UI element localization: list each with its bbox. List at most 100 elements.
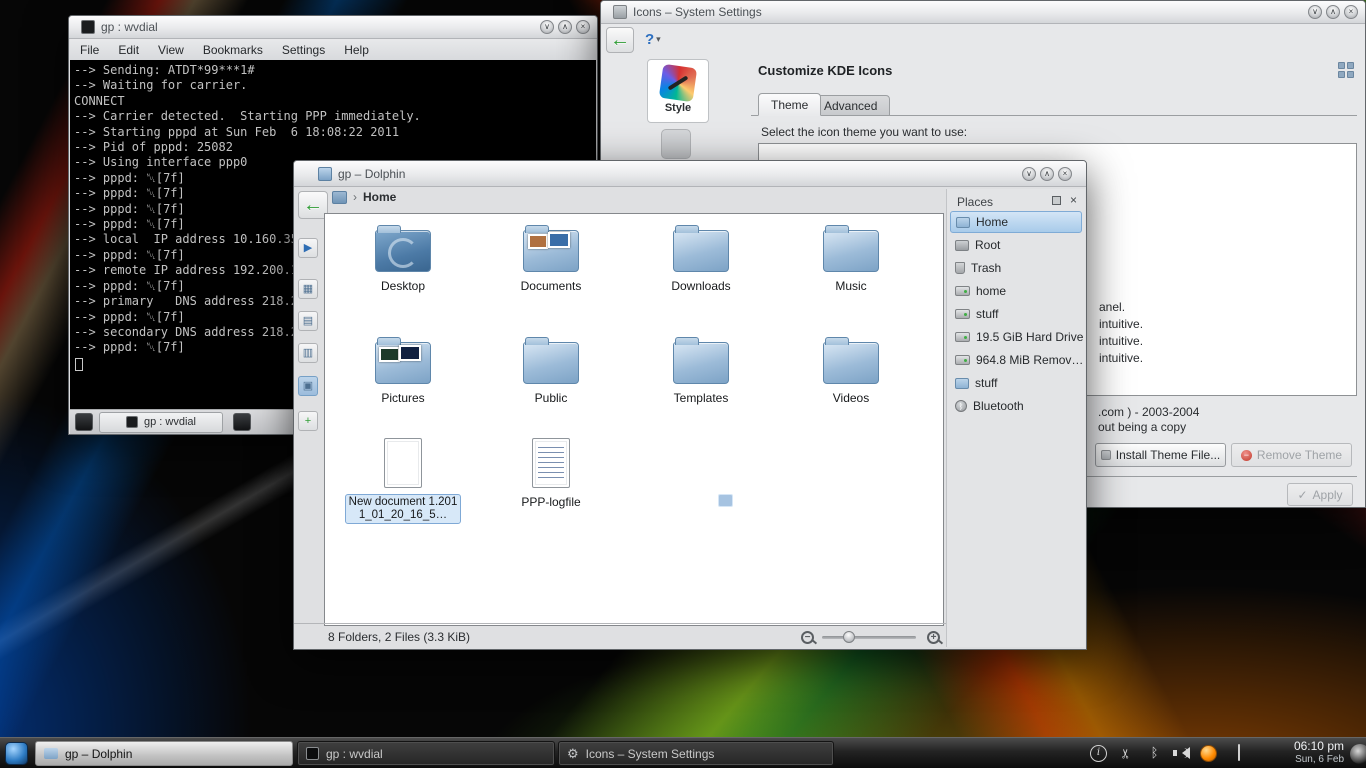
place-item-device[interactable]: stuff bbox=[950, 303, 1082, 325]
file-item[interactable]: Public bbox=[485, 336, 617, 405]
tab-divider bbox=[751, 115, 1357, 116]
float-panel-icon[interactable] bbox=[1052, 196, 1061, 205]
zoom-in-icon[interactable]: + bbox=[927, 631, 940, 644]
folder-icon bbox=[523, 342, 579, 384]
sidebar-item-dimmed-icon[interactable] bbox=[661, 129, 691, 159]
task-label: gp – Dolphin bbox=[65, 747, 132, 761]
breadcrumb-separator: › bbox=[353, 190, 357, 204]
file-item[interactable]: Videos bbox=[785, 336, 917, 405]
app-launcher-icon[interactable] bbox=[5, 742, 28, 765]
dolphin-titlebar[interactable]: gp – Dolphin ∨ ∧ × bbox=[294, 161, 1086, 187]
place-item-device[interactable]: 964.8 MiB Remov… bbox=[950, 349, 1082, 371]
zoom-slider-track[interactable] bbox=[822, 636, 916, 639]
zoom-out-icon[interactable]: − bbox=[801, 631, 814, 644]
remove-theme-button[interactable]: − Remove Theme bbox=[1231, 443, 1352, 467]
place-item-root[interactable]: Root bbox=[950, 234, 1082, 256]
task-label: gp : wvdial bbox=[326, 747, 383, 761]
folder-view[interactable]: Desktop Documents Downloads Music bbox=[324, 213, 944, 626]
columns-view-icon[interactable]: ▥ bbox=[298, 343, 318, 363]
close-panel-icon[interactable]: × bbox=[1070, 193, 1077, 207]
menu-item[interactable]: Bookmarks bbox=[203, 43, 263, 57]
close-icon[interactable]: × bbox=[576, 20, 590, 34]
terminal-tab[interactable]: gp : wvdial bbox=[99, 412, 223, 433]
install-theme-button[interactable]: Install Theme File... bbox=[1095, 443, 1226, 467]
place-item-device[interactable]: 19.5 GiB Hard Drive bbox=[950, 326, 1082, 348]
minimize-icon[interactable]: ∨ bbox=[1022, 167, 1036, 181]
klipper-scissors-icon[interactable]: ✂ bbox=[1118, 745, 1135, 762]
place-item-home[interactable]: Home bbox=[950, 211, 1082, 233]
theme-description-fragment: anel. bbox=[1099, 300, 1125, 314]
preview-toggle-icon[interactable]: ▣ bbox=[298, 376, 318, 396]
thumbnail bbox=[379, 347, 400, 362]
taskbar: gp – Dolphin gp : wvdial ⚙ Icons – Syste… bbox=[0, 737, 1366, 768]
bluetooth-tray-icon[interactable]: ᛒ bbox=[1146, 745, 1163, 762]
breadcrumb[interactable]: Home bbox=[363, 190, 396, 204]
place-item-device[interactable]: home bbox=[950, 280, 1082, 302]
task-dolphin[interactable]: gp – Dolphin bbox=[35, 741, 293, 766]
task-system-settings[interactable]: ⚙ Icons – System Settings bbox=[558, 741, 834, 766]
close-icon[interactable]: × bbox=[1344, 5, 1358, 19]
file-item[interactable]: Desktop bbox=[337, 224, 469, 293]
file-item[interactable]: Templates bbox=[635, 336, 767, 405]
file-item[interactable]: Pictures bbox=[337, 336, 469, 405]
tab-list-icon[interactable] bbox=[233, 413, 251, 431]
split-view-icon[interactable]: ▶ bbox=[298, 238, 318, 258]
maximize-icon[interactable]: ∧ bbox=[1326, 5, 1340, 19]
minimize-icon[interactable]: ∨ bbox=[540, 20, 554, 34]
place-label: stuff bbox=[975, 376, 997, 390]
menu-item[interactable]: Settings bbox=[282, 43, 325, 57]
device-notifier-icon[interactable] bbox=[1230, 745, 1247, 762]
add-icon[interactable]: + bbox=[298, 411, 318, 431]
file-item[interactable]: Downloads bbox=[635, 224, 767, 293]
menu-item[interactable]: Help bbox=[344, 43, 369, 57]
breadcrumb-home-icon[interactable] bbox=[332, 191, 347, 204]
new-tab-icon[interactable] bbox=[75, 413, 93, 431]
gear-icon: ⚙ bbox=[567, 747, 579, 760]
install-theme-label: Install Theme File... bbox=[1116, 448, 1220, 462]
panel-cashew-icon[interactable] bbox=[1350, 744, 1366, 764]
update-notifier-icon[interactable] bbox=[1200, 745, 1217, 762]
menu-item[interactable]: Edit bbox=[118, 43, 139, 57]
zoom-slider-handle[interactable] bbox=[843, 631, 855, 643]
maximize-icon[interactable]: ∧ bbox=[1040, 167, 1054, 181]
desktop: gp : wvdial ∨ ∧ × File Edit View Bookmarks S… bbox=[0, 0, 1366, 768]
apply-button[interactable]: ✓ Apply bbox=[1287, 483, 1353, 506]
folder-icon bbox=[673, 342, 729, 384]
dolphin-window: gp – Dolphin ∨ ∧ × ← › Home ▶ ▦ ▤ ▥ ▣ + bbox=[293, 160, 1087, 650]
terminal-line: CONNECT bbox=[74, 94, 592, 109]
page-title: Customize KDE Icons bbox=[758, 63, 892, 78]
place-label: Bluetooth bbox=[973, 399, 1024, 413]
file-item[interactable]: Music bbox=[785, 224, 917, 293]
place-item-bluetooth[interactable]: ᛒBluetooth bbox=[950, 395, 1082, 417]
maximize-icon[interactable]: ∧ bbox=[558, 20, 572, 34]
digital-clock[interactable]: 06:10 pm Sun, 6 Feb bbox=[1294, 740, 1344, 766]
sidebar-item-style[interactable]: Style bbox=[647, 59, 709, 123]
settings-titlebar[interactable]: Icons – System Settings ∨ ∧ × bbox=[601, 1, 1365, 24]
details-view-icon[interactable]: ▤ bbox=[298, 311, 318, 331]
menu-item[interactable]: File bbox=[80, 43, 99, 57]
help-button[interactable]: ? ▾ bbox=[645, 31, 661, 48]
icons-view-icon[interactable]: ▦ bbox=[298, 279, 318, 299]
place-item-folder[interactable]: stuff bbox=[950, 372, 1082, 394]
place-label: Root bbox=[975, 238, 1000, 252]
notifications-icon[interactable]: i bbox=[1090, 745, 1107, 762]
terminal-titlebar[interactable]: gp : wvdial ∨ ∧ × bbox=[69, 16, 597, 39]
close-icon[interactable]: × bbox=[1058, 167, 1072, 181]
tab-advanced[interactable]: Advanced bbox=[811, 95, 890, 116]
place-item-trash[interactable]: Trash bbox=[950, 257, 1082, 279]
tab-theme[interactable]: Theme bbox=[758, 93, 821, 116]
icon-size-grid-icon[interactable] bbox=[1337, 61, 1355, 79]
back-button[interactable]: ← bbox=[606, 27, 634, 53]
file-label: Music bbox=[785, 280, 917, 293]
file-item-selected[interactable]: New document 1.2011_01_20_16_5… bbox=[337, 438, 469, 524]
thumbnail bbox=[548, 232, 570, 248]
remove-theme-label: Remove Theme bbox=[1257, 448, 1342, 462]
file-item[interactable]: Documents bbox=[485, 224, 617, 293]
status-bar: 8 Folders, 2 Files (3.3 KiB) − + bbox=[294, 623, 946, 649]
volume-icon[interactable] bbox=[1172, 745, 1189, 762]
menu-item[interactable]: View bbox=[158, 43, 184, 57]
file-item[interactable]: PPP-logfile bbox=[485, 438, 617, 509]
task-wvdial[interactable]: gp : wvdial bbox=[297, 741, 555, 766]
minimize-icon[interactable]: ∨ bbox=[1308, 5, 1322, 19]
folder-icon bbox=[375, 230, 431, 272]
